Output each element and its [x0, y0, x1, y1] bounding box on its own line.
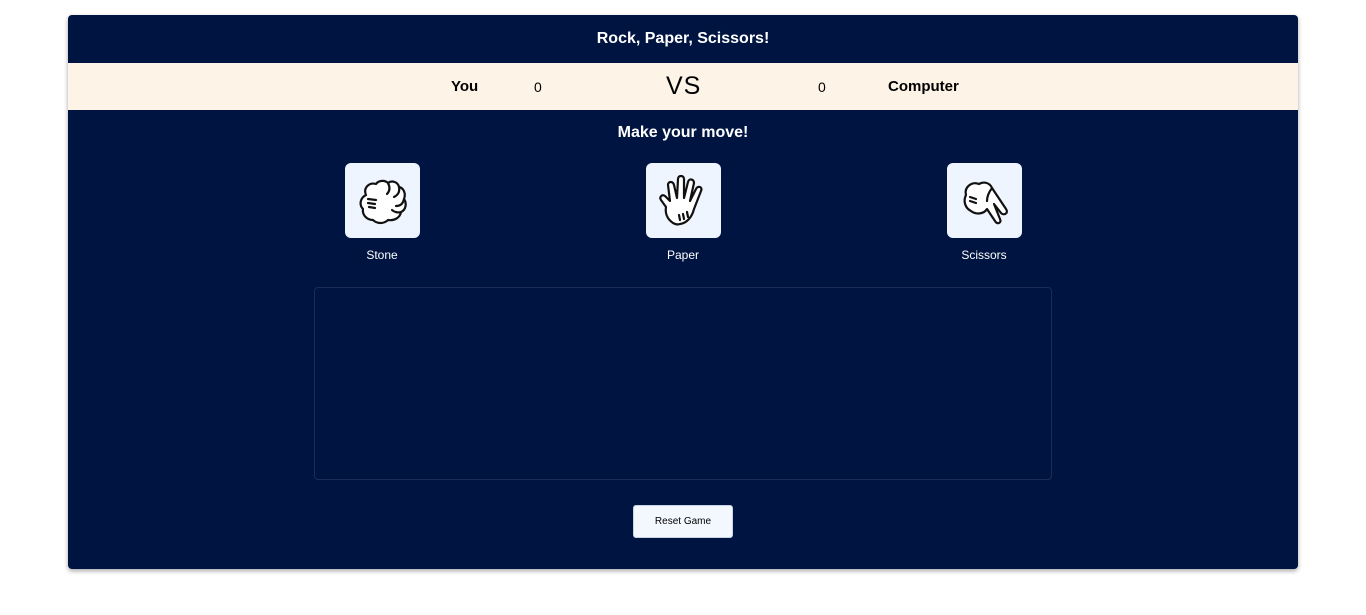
move-prompt: Make your move! [617, 124, 749, 141]
game-title: Rock, Paper, Scissors! [596, 30, 770, 47]
choice-paper-tile[interactable] [645, 163, 721, 238]
vs-label: VS [666, 72, 702, 100]
title-bar: Rock, Paper, Scissors! [68, 15, 1298, 63]
choice-stone-tile[interactable] [344, 163, 420, 238]
result-panel [314, 287, 1052, 480]
player-score: 0 [534, 78, 542, 95]
choice-paper-label: Paper [666, 248, 700, 262]
choice-scissors-tile[interactable] [946, 163, 1022, 238]
computer-label: Computer [888, 78, 959, 95]
open-hand-icon [659, 174, 703, 226]
choice-stone-label: Stone [366, 248, 398, 262]
fist-icon [359, 179, 407, 224]
choice-paper[interactable]: Paper [633, 163, 733, 262]
game-container: Rock, Paper, Scissors! You 0 VS 0 Comput… [68, 15, 1298, 569]
player-label: You [451, 78, 479, 95]
choice-stone[interactable]: Stone [332, 163, 432, 262]
scissors-hand-icon [963, 181, 1009, 224]
scoreboard: You 0 VS 0 Computer [68, 63, 1298, 110]
choice-scissors-label: Scissors [961, 248, 1007, 262]
reset-game-button[interactable]: Reset Game [633, 505, 733, 538]
computer-score: 0 [818, 78, 826, 95]
choice-scissors[interactable]: Scissors [934, 163, 1034, 262]
